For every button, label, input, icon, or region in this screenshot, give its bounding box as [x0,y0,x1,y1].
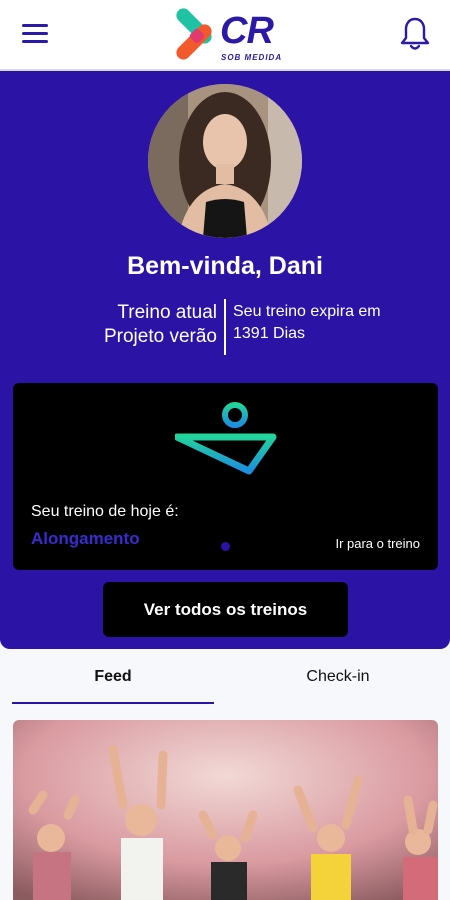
logo-subtitle: SOB MEDIDA [221,53,283,62]
expiry-label: Seu treino expira em [233,303,381,320]
todays-workout-name: Alongamento [31,529,140,548]
plan-info: Treino atual Projeto verão Seu treino ex… [0,299,450,355]
todays-workout-label: Seu treino de hoje é: [31,503,179,520]
avatar [148,84,302,238]
divider [224,299,226,355]
current-workout-label: Treino atual [117,302,217,323]
current-workout: Treino atual Projeto verão [104,301,217,349]
current-workout-name: Projeto verão [103,326,217,347]
top-bar: CR SOB MEDIDA [0,0,450,71]
view-all-workouts-button[interactable]: Ver todos os treinos [103,582,348,637]
expiry-info: Seu treino expira em 1391 Dias [233,301,381,345]
tab-bar: Feed Check-in [0,650,450,704]
expiry-days: 1391 Dias [233,325,306,342]
hamburger-menu-icon[interactable] [22,24,48,46]
stretching-figure-icon [175,402,277,525]
tab-check-in[interactable]: Check-in [236,650,440,704]
carousel-dot[interactable] [221,542,230,551]
greeting: Bem-vinda, Dani [127,252,323,280]
logo-text: CR [220,10,274,52]
go-to-workout-link[interactable]: Ir para o treino [335,536,420,551]
todays-workout-card[interactable]: Seu treino de hoje é: Alongamento Ir par… [13,383,438,570]
hero-section: Bem-vinda, Dani Treino atual Projeto ver… [0,71,450,649]
brand-logo: CR SOB MEDIDA [165,6,290,66]
logo-x-icon [176,8,212,60]
tab-feed[interactable]: Feed [12,650,214,704]
bell-icon[interactable] [400,16,430,52]
feed-post-image[interactable] [13,720,438,900]
